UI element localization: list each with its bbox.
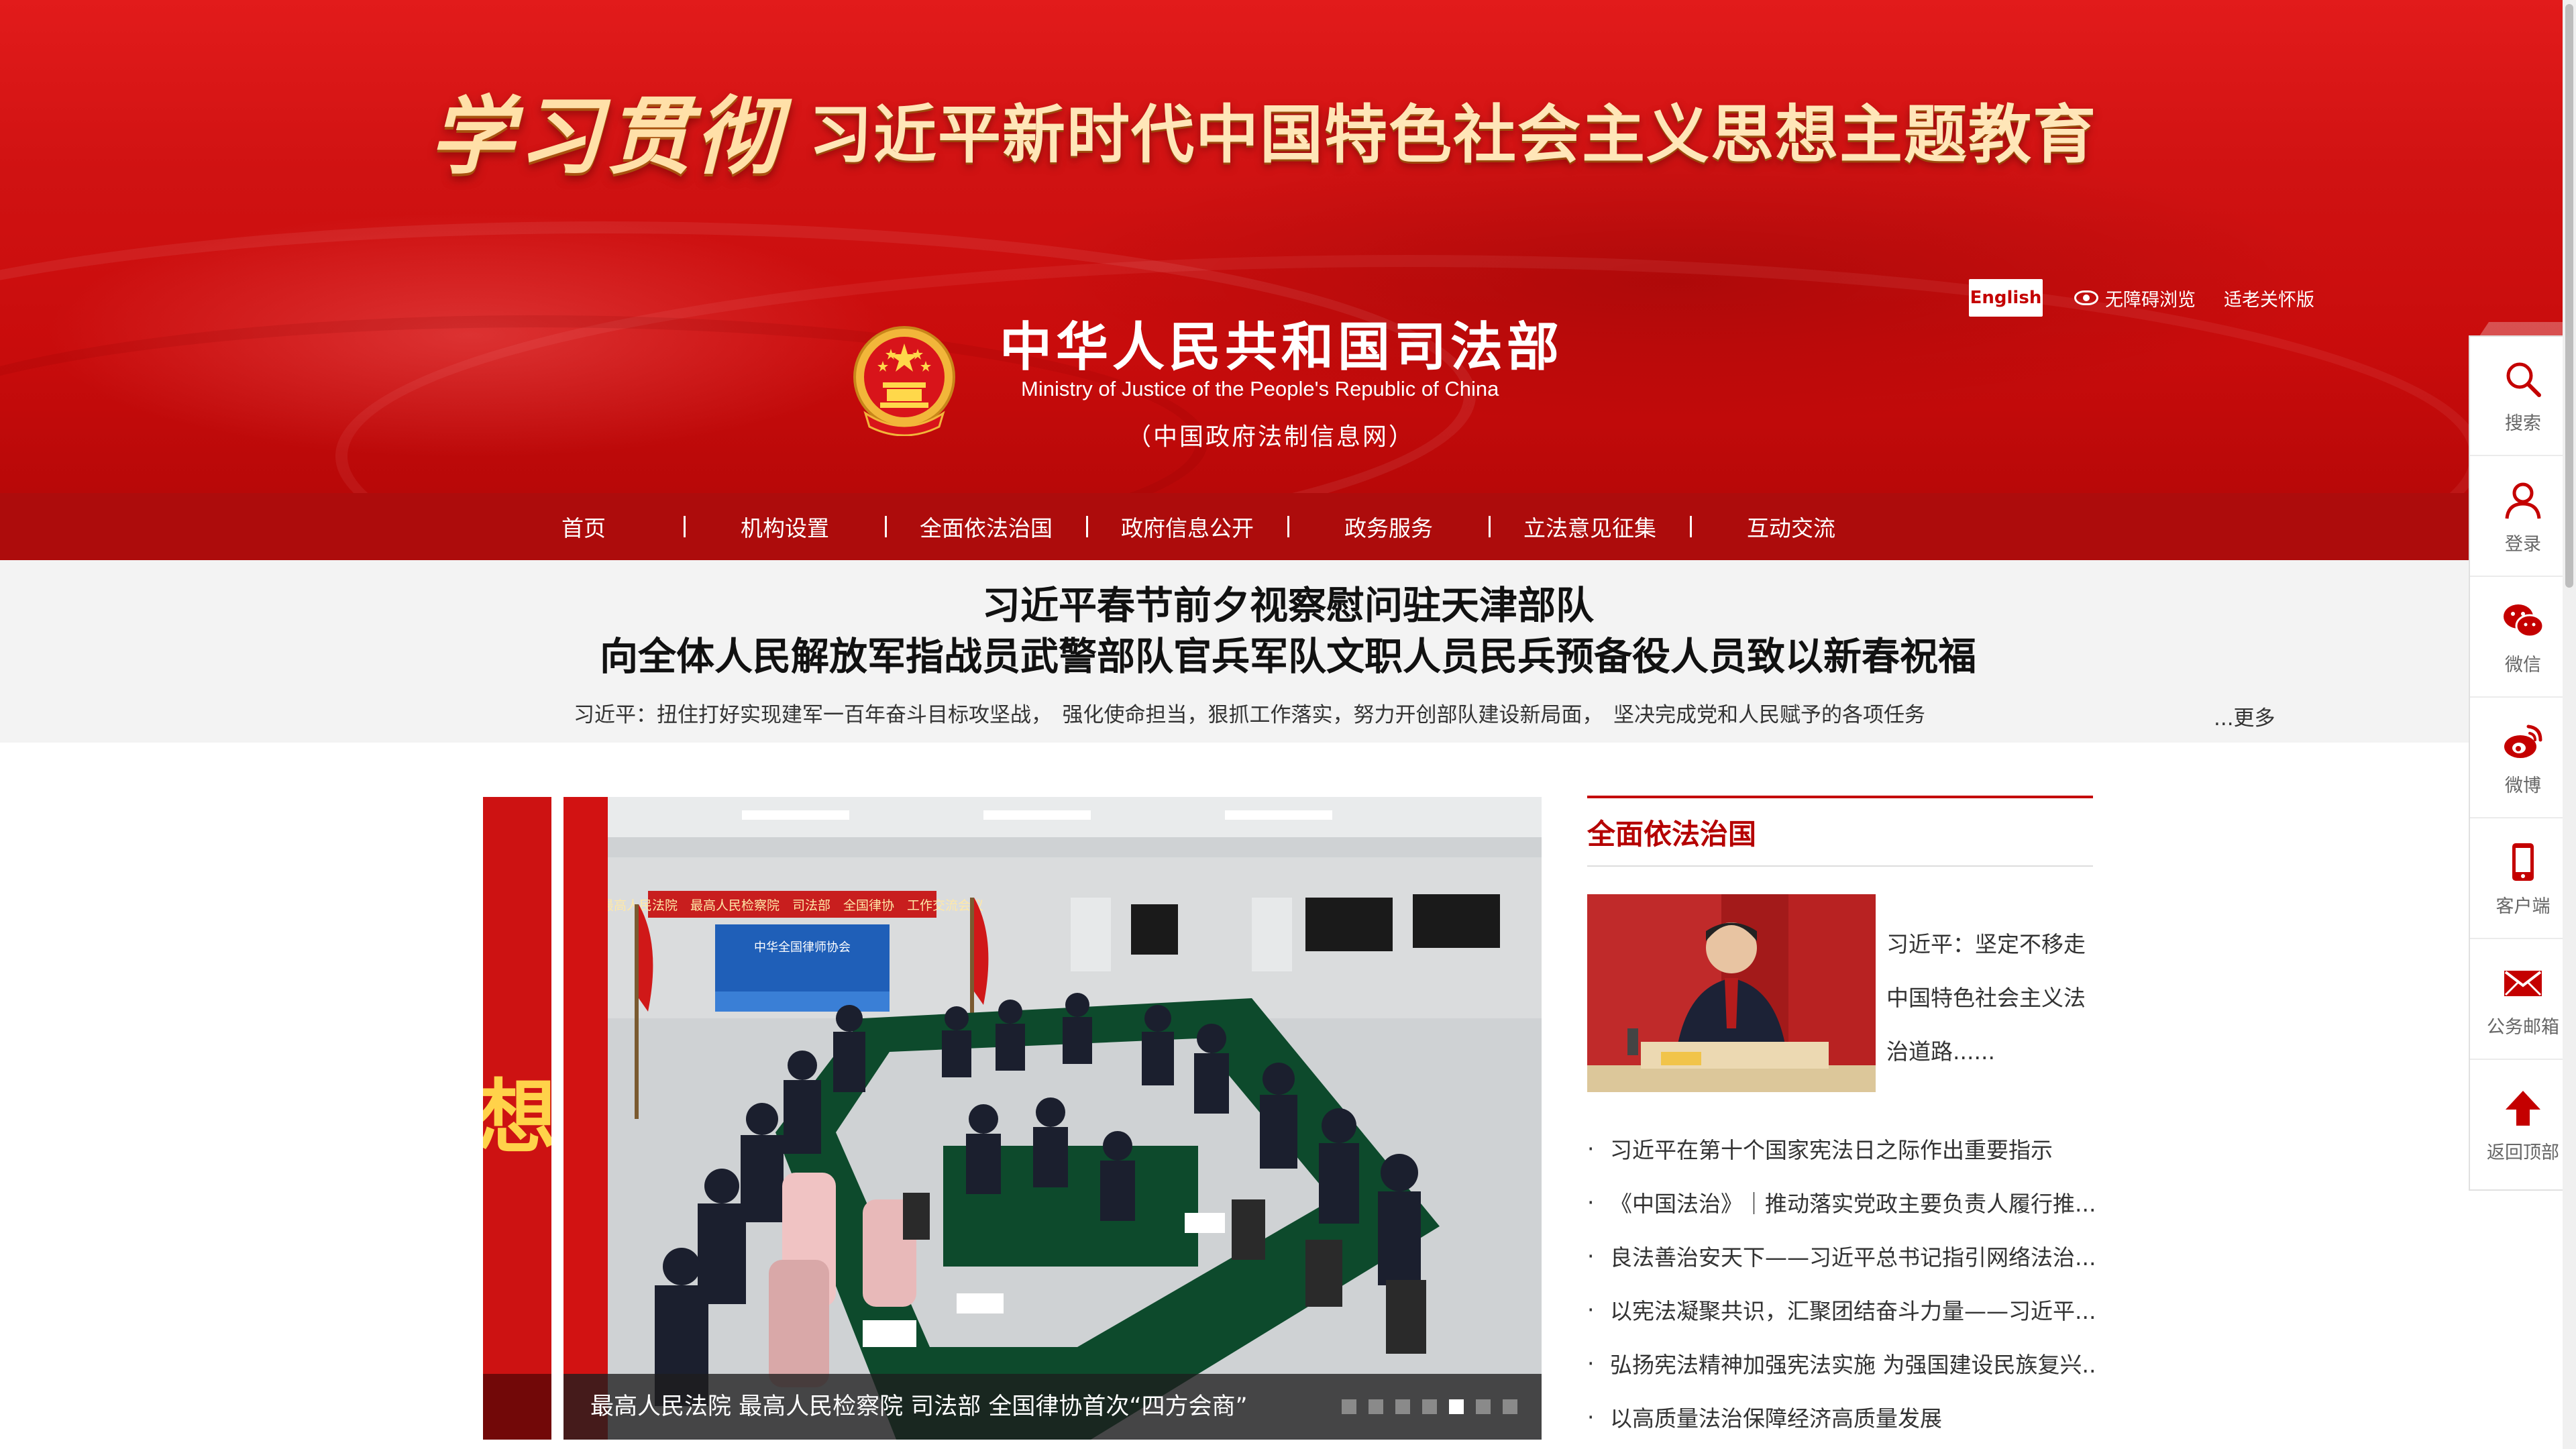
mobile-client-label: 客户端 [2496, 896, 2551, 917]
news-item[interactable]: · 《中国法治》｜推动落实党政主要负责人履行推... [1587, 1175, 2097, 1229]
news-item[interactable]: · 习近平在第十个国家宪法日之际作出重要指示 [1587, 1122, 2097, 1175]
news-item[interactable]: · 弘扬宪法精神加强宪法实施 为强国建设民族复兴... [1587, 1336, 2097, 1390]
scrollbar-thumb[interactable] [2565, 4, 2573, 588]
wechat-label: 微信 [2505, 654, 2541, 676]
user-icon [2505, 482, 2541, 519]
page-root: 学习贯彻 习近平新时代中国特色社会主义思想主题教育 English 无障碍浏览 … [0, 0, 2576, 1449]
mobile-icon [2512, 843, 2534, 881]
elder-care-version-link[interactable]: 适老关怀版 [2224, 279, 2314, 317]
carousel-dot[interactable] [1503, 1399, 1517, 1414]
mobile-client-button[interactable]: 客户端 [2470, 820, 2576, 939]
headline-subtitle[interactable]: 习近平：扭住打好实现建军一百年奋斗目标攻坚战， 强化使命担当，狠抓工作落实，努力… [574, 698, 1925, 728]
mail-icon [2504, 970, 2542, 996]
news-item[interactable]: · 以宪法凝聚共识，汇聚团结奋斗力量——习近平... [1587, 1283, 2097, 1336]
theme-education-banner: 学习贯彻 习近平新时代中国特色社会主义思想主题教育 [429, 79, 2098, 186]
slogan-main: 习近平新时代中国特色社会主义思想主题教育 [809, 99, 2098, 172]
header-banner: 学习贯彻 习近平新时代中国特色社会主义思想主题教育 English 无障碍浏览 … [0, 0, 2576, 493]
carousel-dot[interactable] [1449, 1399, 1464, 1414]
prev-slide-glyph: 想 [483, 1071, 551, 1165]
rule-of-law-section-title[interactable]: 全面依法治国 [1587, 812, 1756, 853]
meeting-photo[interactable]: 最高人民法院 最高人民检察院 司法部 全国律协 工作交流会议 中华全国律师协会 [608, 797, 1542, 1440]
bullet-icon: · [1587, 1189, 1595, 1216]
eye-icon [2074, 290, 2098, 305]
page-scrollbar[interactable] [2563, 0, 2576, 1449]
bullet-icon: · [1587, 1403, 1595, 1430]
arrow-up-icon [2506, 1090, 2540, 1126]
prev-slide-caption-bar [483, 1374, 551, 1440]
news-item-title: 弘扬宪法精神加强宪法实施 为强国建设民族复兴... [1610, 1352, 2097, 1378]
weibo-icon [2504, 724, 2542, 758]
floating-side-toolbar: 搜索 登录 微信 微博 客户端 公务邮箱 返回顶部 [2469, 335, 2576, 1191]
photo-banner-text: 最高人民法院 最高人民检察院 司法部 全国律协 工作交流会议 [608, 898, 983, 913]
photo-screen-text: 中华全国律师协会 [754, 941, 851, 955]
back-to-top-button[interactable]: 返回顶部 [2470, 1061, 2576, 1189]
search-button[interactable]: 搜索 [2470, 337, 2576, 456]
news-item-title: 《中国法治》｜推动落实党政主要负责人履行推... [1610, 1191, 2096, 1217]
bullet-icon: · [1587, 1350, 1595, 1377]
login-label: 登录 [2505, 533, 2541, 555]
carousel-caption[interactable]: 最高人民法院 最高人民检察院 司法部 全国律协首次“四方会商” [590, 1374, 1248, 1440]
ministry-subtitle: （中国政府法制信息网） [1127, 423, 1415, 451]
ministry-name[interactable]: 中华人民共和国司法部 [1000, 305, 1563, 380]
carousel-dot[interactable] [1395, 1399, 1410, 1414]
news-item-title: 良法善治安天下——习近平总书记指引网络法治... [1610, 1244, 2096, 1271]
headline-more-link[interactable]: ...更多 [2214, 701, 2275, 731]
ministry-english-name: Ministry of Justice of the People's Repu… [1021, 377, 1499, 400]
slogan-script: 学习贯彻 [429, 87, 784, 186]
feature-thumbnail[interactable] [1587, 894, 1876, 1092]
back-to-top-label: 返回顶部 [2487, 1142, 2559, 1163]
login-button[interactable]: 登录 [2470, 458, 2576, 577]
carousel-dot[interactable] [1368, 1399, 1383, 1414]
official-mail-button[interactable]: 公务邮箱 [2470, 941, 2576, 1060]
bullet-icon: · [1587, 1135, 1595, 1162]
feature-headline[interactable]: 习近平：坚定不移走中国特色社会主义法治道路...... [1886, 918, 2096, 1079]
headline-title-line1[interactable]: 习近平春节前夕视察慰问驻天津部队 [0, 575, 2576, 630]
rule-of-law-news-list: · 习近平在第十个国家宪法日之际作出重要指示 · 《中国法治》｜推动落实党政主要负责… [1587, 1122, 2097, 1444]
nav-item-legislation-feedback[interactable]: 立法意见征集 [1489, 493, 1690, 560]
carousel-prev-slide[interactable]: 想 [483, 797, 551, 1440]
accessibility-label: 无障碍浏览 [2105, 289, 2196, 311]
news-item-title: 以宪法凝聚共识，汇聚团结奋斗力量——习近平... [1610, 1298, 2096, 1324]
bullet-icon: · [1587, 1242, 1595, 1269]
nav-item-interaction[interactable]: 互动交流 [1690, 493, 1892, 560]
news-item[interactable]: · 良法善治安天下——习近平总书记指引网络法治... [1587, 1229, 2097, 1283]
carousel-caption-bar: 最高人民法院 最高人民检察院 司法部 全国律协首次“四方会商” [564, 1374, 1542, 1440]
news-item-title: 习近平在第十个国家宪法日之际作出重要指示 [1610, 1137, 2053, 1163]
weibo-button[interactable]: 微博 [2470, 699, 2576, 818]
national-emblem-icon[interactable] [852, 326, 957, 436]
wechat-button[interactable]: 微信 [2470, 578, 2576, 698]
carousel-pagination [1342, 1399, 1517, 1414]
nav-item-info-disclosure[interactable]: 政府信息公开 [1086, 493, 1288, 560]
headline-section: 习近平春节前夕视察慰问驻天津部队 向全体人民解放军指战员武警部队官兵军队文职人员… [0, 560, 2576, 743]
wechat-icon [2504, 604, 2544, 637]
section-divider [1587, 865, 2093, 867]
weibo-label: 微博 [2505, 775, 2541, 796]
bullet-icon: · [1587, 1296, 1595, 1323]
nav-item-government-services[interactable]: 政务服务 [1287, 493, 1489, 560]
search-icon [2506, 362, 2541, 397]
main-nav: 首页 机构设置 全面依法治国 政府信息公开 政务服务 立法意见征集 互动交流 [0, 493, 2576, 560]
carousel-dot[interactable] [1422, 1399, 1437, 1414]
accessibility-link[interactable]: 无障碍浏览 [2074, 279, 2196, 317]
english-version-button[interactable]: English [1969, 279, 2043, 317]
section-top-line [1587, 796, 2093, 798]
nav-item-organization[interactable]: 机构设置 [684, 493, 885, 560]
official-mail-label: 公务邮箱 [2487, 1016, 2559, 1038]
search-label: 搜索 [2505, 413, 2541, 434]
nav-item-home[interactable]: 首页 [483, 493, 684, 560]
headline-title-line2[interactable]: 向全体人民解放军指战员武警部队官兵军队文职人员民兵预备役人员致以新春祝福 [0, 626, 2576, 681]
nav-items: 首页 机构设置 全面依法治国 政府信息公开 政务服务 立法意见征集 互动交流 [483, 493, 2093, 560]
nav-item-rule-of-law[interactable]: 全面依法治国 [885, 493, 1087, 560]
news-item[interactable]: · 以高质量法治保障经济高质量发展 [1587, 1390, 2097, 1444]
carousel-dot[interactable] [1342, 1399, 1356, 1414]
carousel-main-slide[interactable]: 最高人民法院 最高人民检察院 司法部 全国律协 工作交流会议 中华全国律师协会 [564, 797, 1542, 1440]
news-item-title: 以高质量法治保障经济高质量发展 [1610, 1405, 1942, 1432]
carousel-dot[interactable] [1476, 1399, 1491, 1414]
